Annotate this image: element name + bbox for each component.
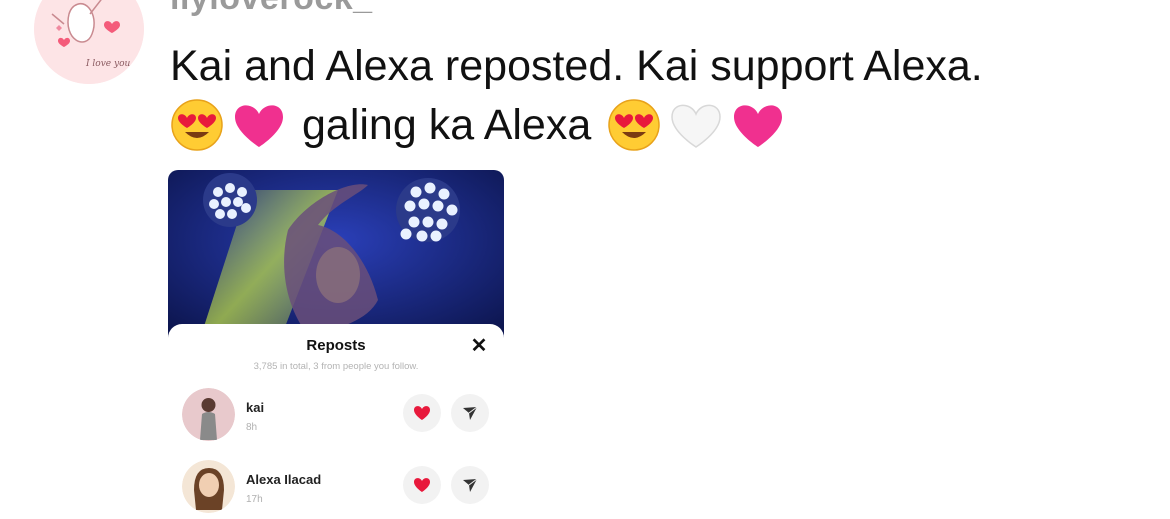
pink-heart-emoji	[731, 98, 785, 152]
pink-heart-emoji	[232, 98, 286, 152]
heart-eyes-emoji	[607, 98, 661, 152]
reposts-count-text: 3,785 in total, 3 from people you follow…	[253, 361, 419, 372]
heart-icon	[403, 466, 441, 504]
reposter-name: Alexa Ilacad	[246, 472, 322, 487]
reposts-title: Reposts	[306, 337, 366, 354]
reposter-name: kai	[246, 400, 265, 415]
send-icon	[451, 394, 489, 432]
close-icon: ✕	[470, 335, 488, 357]
hand-love-sign-icon: I love you	[34, 0, 144, 84]
reposter-row: kai 8h	[168, 386, 504, 442]
avatar	[182, 388, 235, 441]
svg-text:I love you: I love you	[85, 59, 130, 69]
post-text-line-2: galing ka Alexa	[170, 98, 793, 152]
reposter-row: Alexa Ilacad 17h	[168, 458, 504, 514]
white-heart-emoji	[669, 98, 723, 152]
reposts-sheet: Reposts ✕ 3,785 in total, 3 from people …	[168, 324, 504, 519]
avatar	[182, 460, 235, 513]
reposter-time: 17h	[246, 494, 263, 505]
post-text-galing: galing ka Alexa	[302, 101, 592, 149]
concert-video-frame	[168, 170, 504, 345]
author-username[interactable]: ilyloverock_	[170, 0, 373, 16]
author-avatar[interactable]: I love you	[34, 0, 144, 84]
reposter-time: 8h	[246, 422, 258, 433]
post-text-line-1: Kai and Alexa reposted. Kai support Alex…	[170, 42, 983, 90]
send-icon	[451, 466, 489, 504]
attached-image[interactable]: Reposts ✕ 3,785 in total, 3 from people …	[168, 170, 504, 519]
heart-icon	[403, 394, 441, 432]
heart-eyes-emoji	[170, 98, 224, 152]
